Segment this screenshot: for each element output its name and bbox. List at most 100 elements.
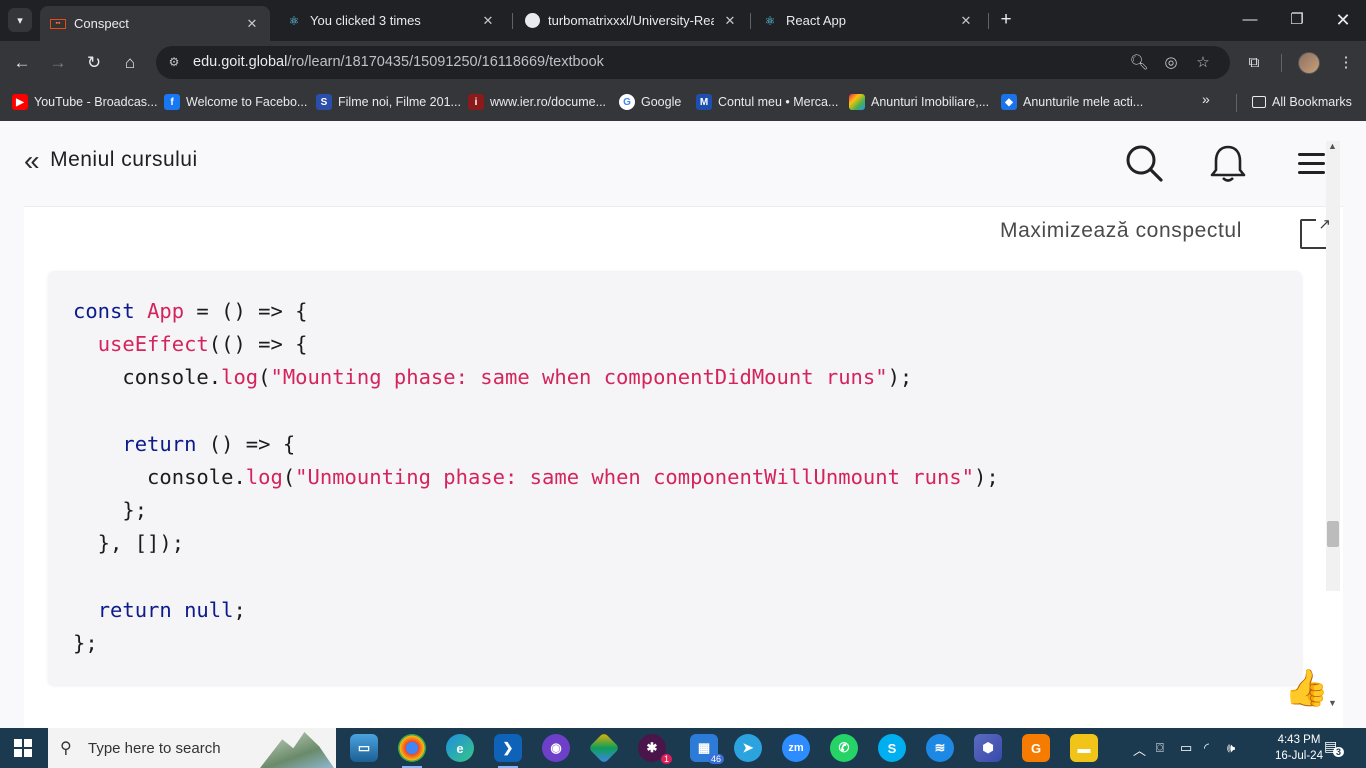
- bell-icon[interactable]: [1208, 143, 1248, 183]
- volume-icon[interactable]: 🕪︎: [1227, 740, 1235, 756]
- course-menu-link[interactable]: « Meniul cursului: [24, 144, 198, 176]
- forward-arrow-icon[interactable]: →: [46, 51, 70, 75]
- scrollbar-thumb[interactable]: [1327, 521, 1339, 547]
- close-icon[interactable]: ✕: [958, 13, 974, 29]
- ier-icon: i: [468, 94, 484, 110]
- bookmark-label: www.ier.ro/docume...: [490, 95, 607, 109]
- reload-icon[interactable]: ↻: [82, 51, 106, 75]
- code-token: };: [73, 630, 98, 655]
- code-token: App: [147, 299, 185, 323]
- folder-icon[interactable]: ▬: [1070, 734, 1098, 762]
- bookmark-filme[interactable]: S Filme noi, Filme 201...: [316, 91, 461, 113]
- code-line: console.log("Mounting phase: same when c…: [73, 361, 999, 394]
- code-token: = () => {: [184, 299, 308, 323]
- bookmark-youtube[interactable]: ▶ YouTube - Broadcas...: [12, 91, 157, 113]
- tray-overflow-icon[interactable]: ︿: [1133, 740, 1146, 759]
- thumbs-up-icon[interactable]: 👍: [1284, 668, 1329, 708]
- search-icon[interactable]: [1124, 143, 1164, 183]
- tab-github[interactable]: turbomatrixxxl/University-React ✕: [514, 6, 748, 35]
- extensions-icon[interactable]: ⧉: [1242, 51, 1266, 75]
- chrome-icon[interactable]: [398, 734, 426, 768]
- bookmark-imobiliare[interactable]: Anunturi Imobiliare,...: [849, 91, 989, 113]
- mercado-icon: M: [696, 94, 712, 110]
- code-token: );: [887, 365, 913, 390]
- bookmark-anunturile[interactable]: ◆ Anunturile mele acti...: [1001, 91, 1143, 113]
- address-bar[interactable]: ⚙ edu.goit.global/ro/learn/18170435/1509…: [156, 46, 1230, 79]
- battery-icon[interactable]: ▭: [1180, 740, 1192, 756]
- calendar-app-icon[interactable]: ▦ 46: [690, 734, 724, 764]
- zoom-app-icon[interactable]: zm: [782, 734, 810, 762]
- bookmark-ier[interactable]: i www.ier.ro/docume...: [468, 91, 606, 113]
- system-clock[interactable]: 4:43 PM 16-Jul-24: [1274, 732, 1324, 764]
- bookmark-facebook[interactable]: f Welcome to Facebo...: [164, 91, 307, 113]
- whatsapp-icon[interactable]: ✆: [830, 734, 858, 762]
- tab-conspect[interactable]: ▪▪ Conspect ✕: [40, 6, 270, 41]
- restore-button[interactable]: ❐: [1283, 8, 1311, 32]
- minimize-button[interactable]: —: [1236, 8, 1264, 32]
- browser-toolbar: ← → ↻ ⌂ ⚙ edu.goit.global/ro/learn/18170…: [0, 41, 1366, 85]
- tab-react-app[interactable]: ⚛ React App ✕: [752, 6, 984, 35]
- notification-center-icon[interactable]: ▤ 3: [1324, 738, 1345, 757]
- slack-icon[interactable]: ✱ 1: [638, 734, 672, 764]
- clock-date: 16-Jul-24: [1275, 750, 1323, 762]
- bookmarks-overflow-icon[interactable]: »: [1202, 91, 1222, 107]
- app-diamond-icon[interactable]: [588, 732, 620, 764]
- bookmark-label: Anunturile mele acti...: [1023, 95, 1144, 109]
- close-icon[interactable]: ✕: [722, 13, 738, 29]
- bookmark-google[interactable]: G Google: [619, 91, 681, 113]
- google-icon: G: [619, 94, 635, 110]
- file-explorer-desktop-icon[interactable]: ▭: [350, 734, 378, 762]
- bookmark-label: Filme noi, Filme 201...: [338, 95, 461, 109]
- scroll-up-arrow-icon[interactable]: ▲: [1328, 141, 1337, 151]
- code-token: (() => {: [208, 332, 308, 357]
- url-text[interactable]: edu.goit.global/ro/learn/18170435/150912…: [193, 54, 604, 70]
- facebook-icon: f: [164, 94, 180, 110]
- github-desktop-icon[interactable]: ◉: [542, 734, 570, 762]
- all-bookmarks[interactable]: All Bookmarks: [1252, 91, 1352, 113]
- home-icon[interactable]: ⌂: [118, 51, 142, 75]
- skype-icon[interactable]: S: [878, 734, 906, 762]
- search-icon: ⚲: [60, 740, 72, 757]
- window-close-button[interactable]: ✕: [1329, 8, 1357, 32]
- scroll-down-arrow-icon[interactable]: ▼: [1328, 698, 1337, 708]
- new-tab-button[interactable]: +: [996, 9, 1016, 31]
- vscode-icon[interactable]: ❯: [494, 734, 522, 768]
- close-icon[interactable]: ✕: [244, 16, 260, 32]
- search-highlight-image: [260, 732, 334, 768]
- star-icon[interactable]: ☆: [1192, 52, 1214, 74]
- close-icon[interactable]: ✕: [480, 13, 496, 29]
- site-info-icon[interactable]: ⚙: [164, 52, 184, 72]
- toolbar-divider: [1281, 54, 1282, 72]
- bookmark-label: Anunturi Imobiliare,...: [871, 95, 990, 109]
- code-line: return () => {: [73, 428, 999, 461]
- back-arrow-icon[interactable]: ←: [10, 51, 34, 75]
- eye-off-icon[interactable]: ◎: [1160, 52, 1182, 74]
- taskbar-search[interactable]: ⚲ Type here to search: [48, 728, 336, 768]
- bookmarks-divider: [1236, 94, 1237, 112]
- wifi-icon[interactable]: ◜: [1204, 740, 1209, 756]
- code-token: ;: [233, 597, 246, 622]
- pdf-app-icon[interactable]: G: [1022, 734, 1050, 762]
- tab-you-clicked[interactable]: ⚛ You clicked 3 times ✕: [276, 6, 506, 35]
- bookmark-mercado[interactable]: M Contul meu • Merca...: [696, 91, 838, 113]
- search-placeholder: Type here to search: [88, 740, 221, 757]
- code-line: };: [73, 627, 999, 660]
- meet-now-icon[interactable]: ⌼: [1156, 740, 1164, 756]
- double-chevron-left-icon: «: [24, 144, 41, 176]
- zoom-icon[interactable]: 🔍︎: [1128, 52, 1150, 74]
- tab-strip: ▾ ▪▪ Conspect ✕ ⚛ You clicked 3 times ✕ …: [0, 0, 1366, 41]
- maximize-conspect-label[interactable]: Maximizează conspectul: [1000, 219, 1242, 243]
- more-menu-icon[interactable]: ⋮: [1334, 51, 1358, 75]
- tab-search-button[interactable]: ▾: [8, 8, 32, 32]
- profile-avatar[interactable]: [1298, 52, 1320, 74]
- telegram-icon[interactable]: ➤: [734, 734, 762, 762]
- windows-start-icon[interactable]: [14, 739, 32, 757]
- notification-badge: 3: [1333, 747, 1345, 757]
- tab-divider: [512, 13, 513, 29]
- edge-icon[interactable]: e: [446, 734, 474, 762]
- network-app-icon[interactable]: ≋: [926, 734, 954, 762]
- code-line: const App = () => {: [73, 295, 999, 328]
- app-hexagon-icon[interactable]: ⬢: [974, 734, 1002, 762]
- imobiliare-icon: [849, 94, 865, 110]
